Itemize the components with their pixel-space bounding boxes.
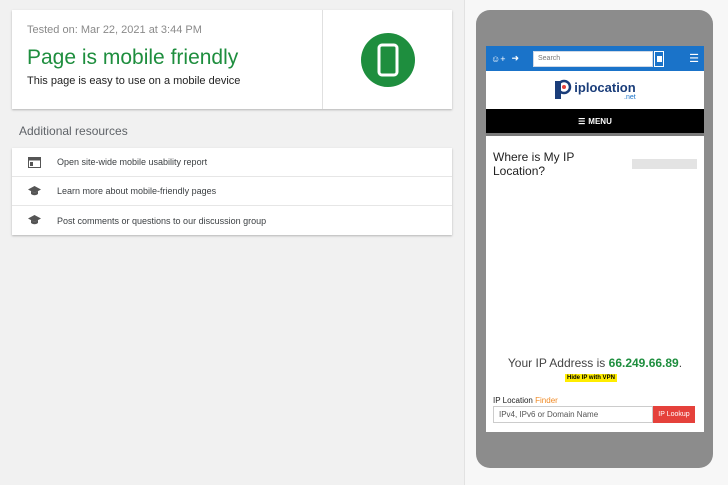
verdict-title: Page is mobile friendly [27, 46, 239, 69]
location-placeholder-bar [632, 159, 697, 169]
result-card: Tested on: Mar 22, 2021 at 3:44 PM Page … [12, 10, 452, 109]
ip-lookup-button[interactable]: IP Lookup [653, 406, 695, 423]
ip-value: 66.249.66.89 [608, 356, 679, 370]
menu-label: MENU [588, 116, 612, 126]
resource-label: Post comments or questions to our discus… [57, 215, 267, 226]
menu-bar[interactable]: ☰ MENU [486, 109, 704, 133]
finder-label-accent: Finder [535, 396, 558, 405]
resource-discussion-group-link[interactable]: Post comments or questions to our discus… [12, 206, 452, 235]
hide-ip-vpn-link[interactable]: Hide IP with VPN [565, 374, 617, 382]
resource-learn-more-link[interactable]: Learn more about mobile-friendly pages [12, 177, 452, 206]
logo-text: iplocation [574, 80, 636, 95]
result-text: Tested on: Mar 22, 2021 at 3:44 PM Page … [12, 10, 323, 109]
ip-prefix: Your IP Address is [507, 356, 606, 370]
report-icon [28, 156, 41, 169]
tested-on-timestamp: Tested on: Mar 22, 2021 at 3:44 PM [27, 24, 202, 36]
ip-address-line: Your IP Address is 66.249.66.89. [486, 356, 704, 370]
where-section: Where is My IP Location? [486, 136, 704, 178]
logo-suffix: .net [624, 94, 636, 101]
graduation-cap-icon [28, 214, 41, 227]
map-pin-icon [555, 79, 572, 99]
mobile-phone-icon [360, 32, 415, 87]
verdict-icon-area [323, 10, 452, 109]
graduation-cap-icon [28, 185, 41, 198]
pane-divider [464, 0, 465, 485]
preview-topbar: ☺+ ➜ Search ☰ [486, 46, 704, 71]
resources-title: Additional resources [19, 124, 128, 138]
where-heading: Where is My IP Location? [493, 150, 575, 178]
resource-label: Open site-wide mobile usability report [57, 157, 208, 167]
add-user-icon[interactable]: ☺+ [491, 54, 505, 64]
mobile-preview-screen[interactable]: ☺+ ➜ Search ☰ iplocation .net ☰ MENU Whe… [486, 46, 704, 432]
resource-usability-report-link[interactable]: Open site-wide mobile usability report [12, 148, 452, 177]
preview-search-input[interactable]: Search [533, 50, 653, 67]
resource-label: Learn more about mobile-friendly pages [57, 186, 217, 196]
hamburger-icon[interactable]: ☰ [689, 52, 699, 65]
finder-label-main: IP Location [493, 396, 533, 405]
hamburger-icon: ☰ [578, 116, 586, 126]
resources-list: Open site-wide mobile usability report L… [12, 148, 452, 235]
verdict-description: This page is easy to use on a mobile dev… [27, 75, 241, 87]
ip-suffix: . [678, 356, 683, 370]
finder-label: IP Location Finder [493, 396, 558, 405]
ip-lookup-input[interactable]: IPv4, IPv6 or Domain Name [493, 406, 653, 423]
site-logo[interactable]: iplocation .net [486, 71, 704, 109]
finder-form: IPv4, IPv6 or Domain Name IP Lookup [493, 406, 695, 423]
search-icon[interactable] [654, 50, 664, 67]
login-icon[interactable]: ➜ [511, 53, 519, 64]
